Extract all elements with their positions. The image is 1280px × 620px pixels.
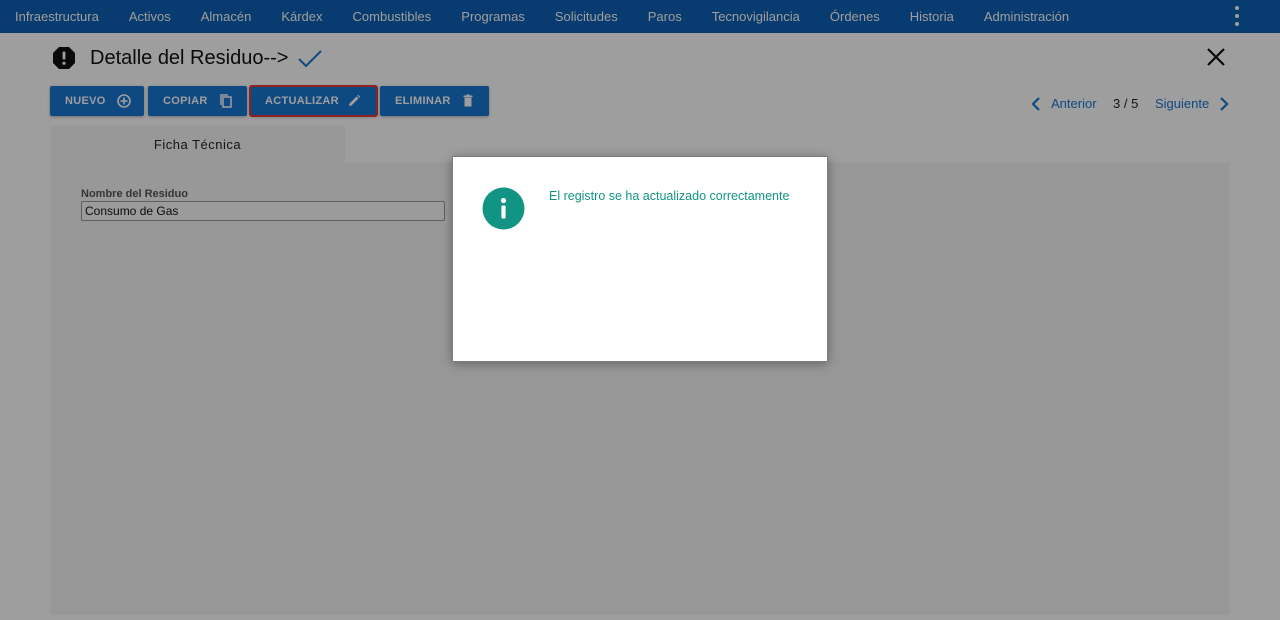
info-dialog-message: El registro se ha actualizado correctame… [549, 189, 790, 203]
info-icon [482, 187, 525, 230]
info-dialog: El registro se ha actualizado correctame… [452, 156, 828, 362]
